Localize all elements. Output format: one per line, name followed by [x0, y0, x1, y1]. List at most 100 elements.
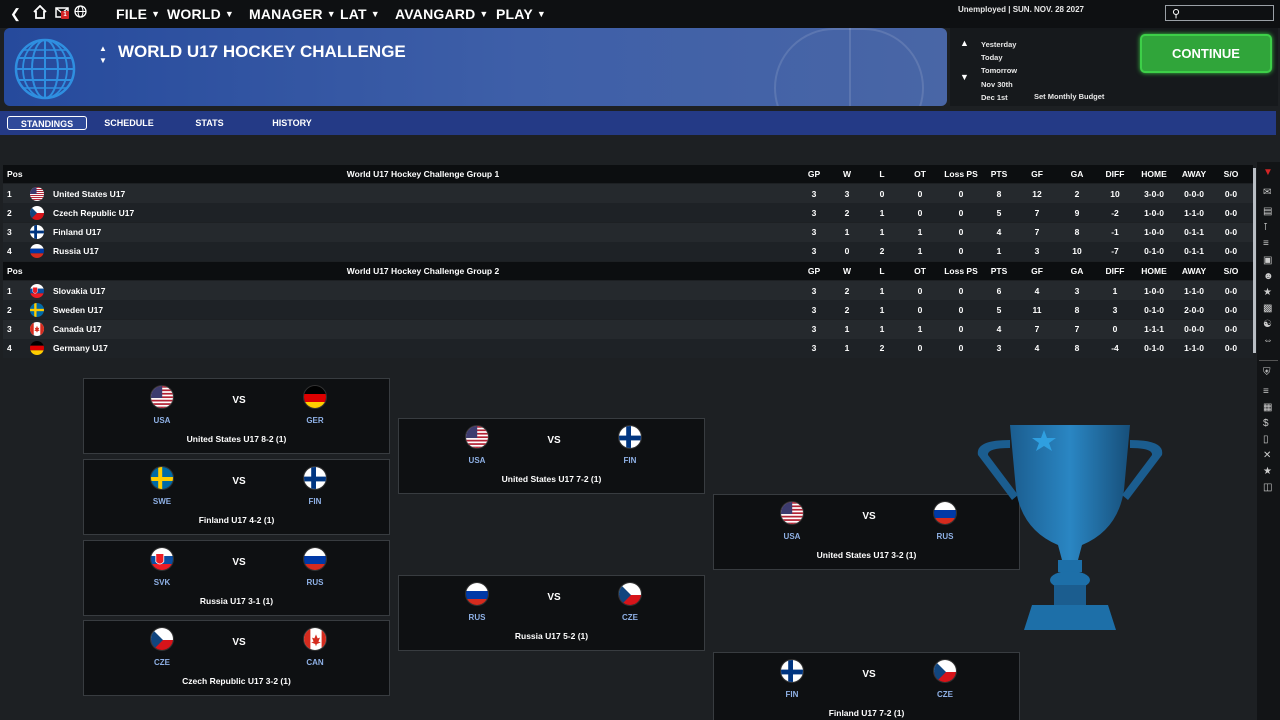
match-card[interactable]: VS USA FIN United States U17 7-2 (1) [398, 418, 705, 494]
col-l-header[interactable]: L [866, 165, 898, 183]
row-pos: 1 [7, 188, 12, 199]
set-monthly-budget-link[interactable]: Set Monthly Budget [1034, 92, 1104, 101]
menu-play[interactable]: PLAY ▼ [496, 6, 546, 22]
date-option-tomorrow[interactable]: Tomorrow [981, 64, 1017, 77]
sticks-icon[interactable]: ✕ [1263, 450, 1271, 462]
match-card[interactable]: VS RUS CZE Russia U17 5-2 (1) [398, 575, 705, 651]
table-row[interactable]: 2 Sweden U17 3 2 1 0 0 5 11 8 3 0-1-0 2-0-0 0-0 [3, 300, 1253, 320]
scout-icon[interactable]: ⇔ [1263, 335, 1273, 347]
table-row[interactable]: 4 Germany U17 3 1 2 0 0 3 4 8 -4 0-1-0 1-1-0 0-0 [3, 338, 1253, 358]
team-name-link[interactable]: Slovakia U17 [53, 281, 105, 300]
tab-standings[interactable]: STANDINGS [7, 116, 87, 130]
home-team-abbr: CZE [154, 658, 170, 667]
cze-flag-icon [618, 582, 642, 606]
col-ga-header[interactable]: GA [1059, 262, 1095, 280]
cell-so: 0-0 [1224, 227, 1238, 238]
standings-scrollbar[interactable] [1253, 168, 1256, 353]
vs-label: VS [232, 637, 246, 648]
table-row[interactable]: 3 Finland U17 3 1 1 1 0 4 7 8 -1 1-0-0 0-1-1 0-0 [3, 222, 1253, 242]
list-icon[interactable]: ≡ [1263, 238, 1269, 250]
match-result: Finland U17 4-2 (1) [198, 515, 275, 525]
chart-icon[interactable]: ▯ [1263, 434, 1269, 446]
document-icon[interactable]: ▩ [1263, 303, 1272, 315]
menu-manager[interactable]: MANAGER ▼ [249, 6, 336, 22]
team-name-link[interactable]: Sweden U17 [53, 300, 103, 319]
col-pts-header[interactable]: PTS [978, 262, 1020, 280]
cell-ga: 7 [1074, 324, 1080, 335]
match-card[interactable]: VS SWE FIN Finland U17 4-2 (1) [83, 459, 390, 535]
search-input[interactable]: ⚲ [1165, 5, 1274, 21]
shield-icon[interactable]: ⛨ [1263, 367, 1271, 379]
continue-button[interactable]: CONTINUE [1140, 34, 1272, 73]
menu-label: FILE [116, 6, 148, 22]
cell-so: 0-0 [1224, 343, 1238, 354]
caret-down-icon: ▼ [326, 9, 336, 19]
date-option-dec1[interactable]: Dec 1st [981, 91, 1017, 104]
staff-icon[interactable]: ☻ [1263, 271, 1274, 283]
table-row[interactable]: 1 United States U17 3 3 0 0 0 8 12 2 10 3-0-0 0-0-0 0… [3, 184, 1253, 203]
vs-label: VS [232, 395, 246, 406]
table-row[interactable]: 4 Russia U17 3 0 2 1 0 1 3 10 -7 0-1-0 0-1-1 0-0 [3, 241, 1253, 261]
date-option-yesterday[interactable]: Yesterday [981, 38, 1017, 51]
inbox-icon[interactable]: ✉ [1263, 187, 1271, 199]
date-option-today[interactable]: Today [981, 51, 1017, 64]
team-name-link[interactable]: Germany U17 [53, 339, 108, 358]
col-gp-header[interactable]: GP [799, 262, 829, 280]
cell-w: 0 [844, 246, 850, 257]
cell-l: 0 [879, 188, 885, 199]
date-option-nov30[interactable]: Nov 30th [981, 78, 1017, 91]
table-row[interactable]: 3 Canada U17 3 1 1 1 0 4 7 7 0 1-1-1 0-0-0 0-0 [3, 319, 1253, 339]
menu-avangard[interactable]: AVANGARD ▼ [395, 6, 489, 22]
match-card[interactable]: VS USA GER United States U17 8-2 (1) [83, 378, 390, 454]
history-icon[interactable]: ◫ [1263, 482, 1272, 494]
col-gp-header[interactable]: GP [799, 165, 829, 183]
match-card[interactable]: VS SVK RUS Russia U17 3-1 (1) [83, 540, 390, 616]
tactics-icon[interactable]: ▣ [1263, 255, 1272, 267]
date-up-arrow-icon[interactable]: ▲ [960, 38, 969, 48]
back-arrow-icon[interactable]: ❮ [10, 6, 21, 22]
col-so-header[interactable]: S/O [1212, 262, 1250, 280]
table-row[interactable]: 1 Slovakia U17 3 2 1 0 0 6 4 3 1 1-0-0 1-1-0 0-0 [3, 281, 1253, 300]
menu-world[interactable]: WORLD ▼ [167, 6, 234, 22]
team-name-link[interactable]: Czech Republic U17 [53, 203, 134, 222]
team-name-link[interactable]: United States U17 [53, 184, 125, 203]
menu-file[interactable]: FILE ▼ [116, 6, 160, 22]
col-gf-header[interactable]: GF [1019, 262, 1055, 280]
match-card[interactable]: VS CZE CAN Czech Republic U17 3-2 (1) [83, 620, 390, 696]
tab-schedule[interactable]: SCHEDULE [95, 116, 163, 130]
away-team-abbr: RUS [936, 532, 954, 541]
roster-icon[interactable]: ▤ [1263, 206, 1272, 218]
alert-icon[interactable]: ▼ [1263, 167, 1273, 179]
team-name-link[interactable]: Finland U17 [53, 223, 101, 242]
previous-competition-arrow-icon[interactable]: ▲ [99, 44, 107, 53]
col-l-header[interactable]: L [866, 262, 898, 280]
col-ga-header[interactable]: GA [1059, 165, 1095, 183]
tab-stats[interactable]: STATS [182, 116, 237, 130]
table-row[interactable]: 2 Czech Republic U17 3 2 1 0 0 5 7 9 -2 1-0-0 1-1-0 0… [3, 203, 1253, 223]
finance-icon[interactable]: $ [1263, 418, 1269, 430]
trophy-small-icon[interactable]: ★ [1263, 287, 1272, 299]
globe-icon[interactable] [74, 5, 87, 22]
col-pts-header[interactable]: PTS [978, 165, 1020, 183]
away-team-abbr: RUS [306, 578, 324, 587]
team-name-link[interactable]: Canada U17 [53, 320, 102, 339]
match-card[interactable]: VS FIN CZE Finland U17 7-2 (1) [713, 652, 1020, 720]
tab-history[interactable]: HISTORY [262, 116, 322, 130]
lines-icon[interactable]: ⊺ [1263, 222, 1268, 234]
menu-lat[interactable]: LAT ▼ [340, 6, 380, 22]
award-icon[interactable]: ★ [1263, 466, 1272, 478]
people-icon[interactable]: ☯ [1263, 319, 1272, 331]
cell-so: 0-0 [1224, 246, 1238, 257]
home-icon[interactable] [33, 4, 47, 23]
schedule-list-icon[interactable]: ≡ [1263, 386, 1269, 398]
calendar-icon[interactable]: ▦ [1263, 402, 1272, 414]
col-w-header[interactable]: W [831, 165, 863, 183]
usa-flag-icon [30, 184, 44, 203]
col-so-header[interactable]: S/O [1212, 165, 1250, 183]
team-name-link[interactable]: Russia U17 [53, 242, 99, 261]
next-competition-arrow-icon[interactable]: ▼ [99, 56, 107, 65]
cell-w: 2 [844, 285, 850, 296]
col-gf-header[interactable]: GF [1019, 165, 1055, 183]
col-w-header[interactable]: W [831, 262, 863, 280]
date-down-arrow-icon[interactable]: ▼ [960, 72, 969, 82]
